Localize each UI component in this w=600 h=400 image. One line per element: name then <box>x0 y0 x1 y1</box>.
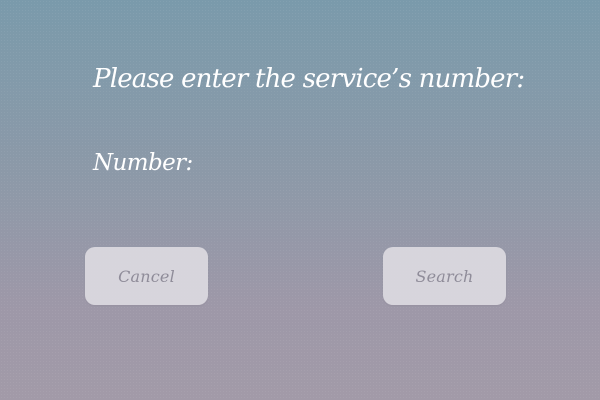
service-number-dialog: Please enter the service’s number: Numbe… <box>0 0 600 400</box>
search-button[interactable]: Search <box>383 247 506 305</box>
prompt-text: Please enter the service’s number: <box>93 64 525 94</box>
number-label: Number: <box>93 150 193 176</box>
number-input[interactable] <box>205 150 509 186</box>
cancel-button[interactable]: Cancel <box>85 247 208 305</box>
